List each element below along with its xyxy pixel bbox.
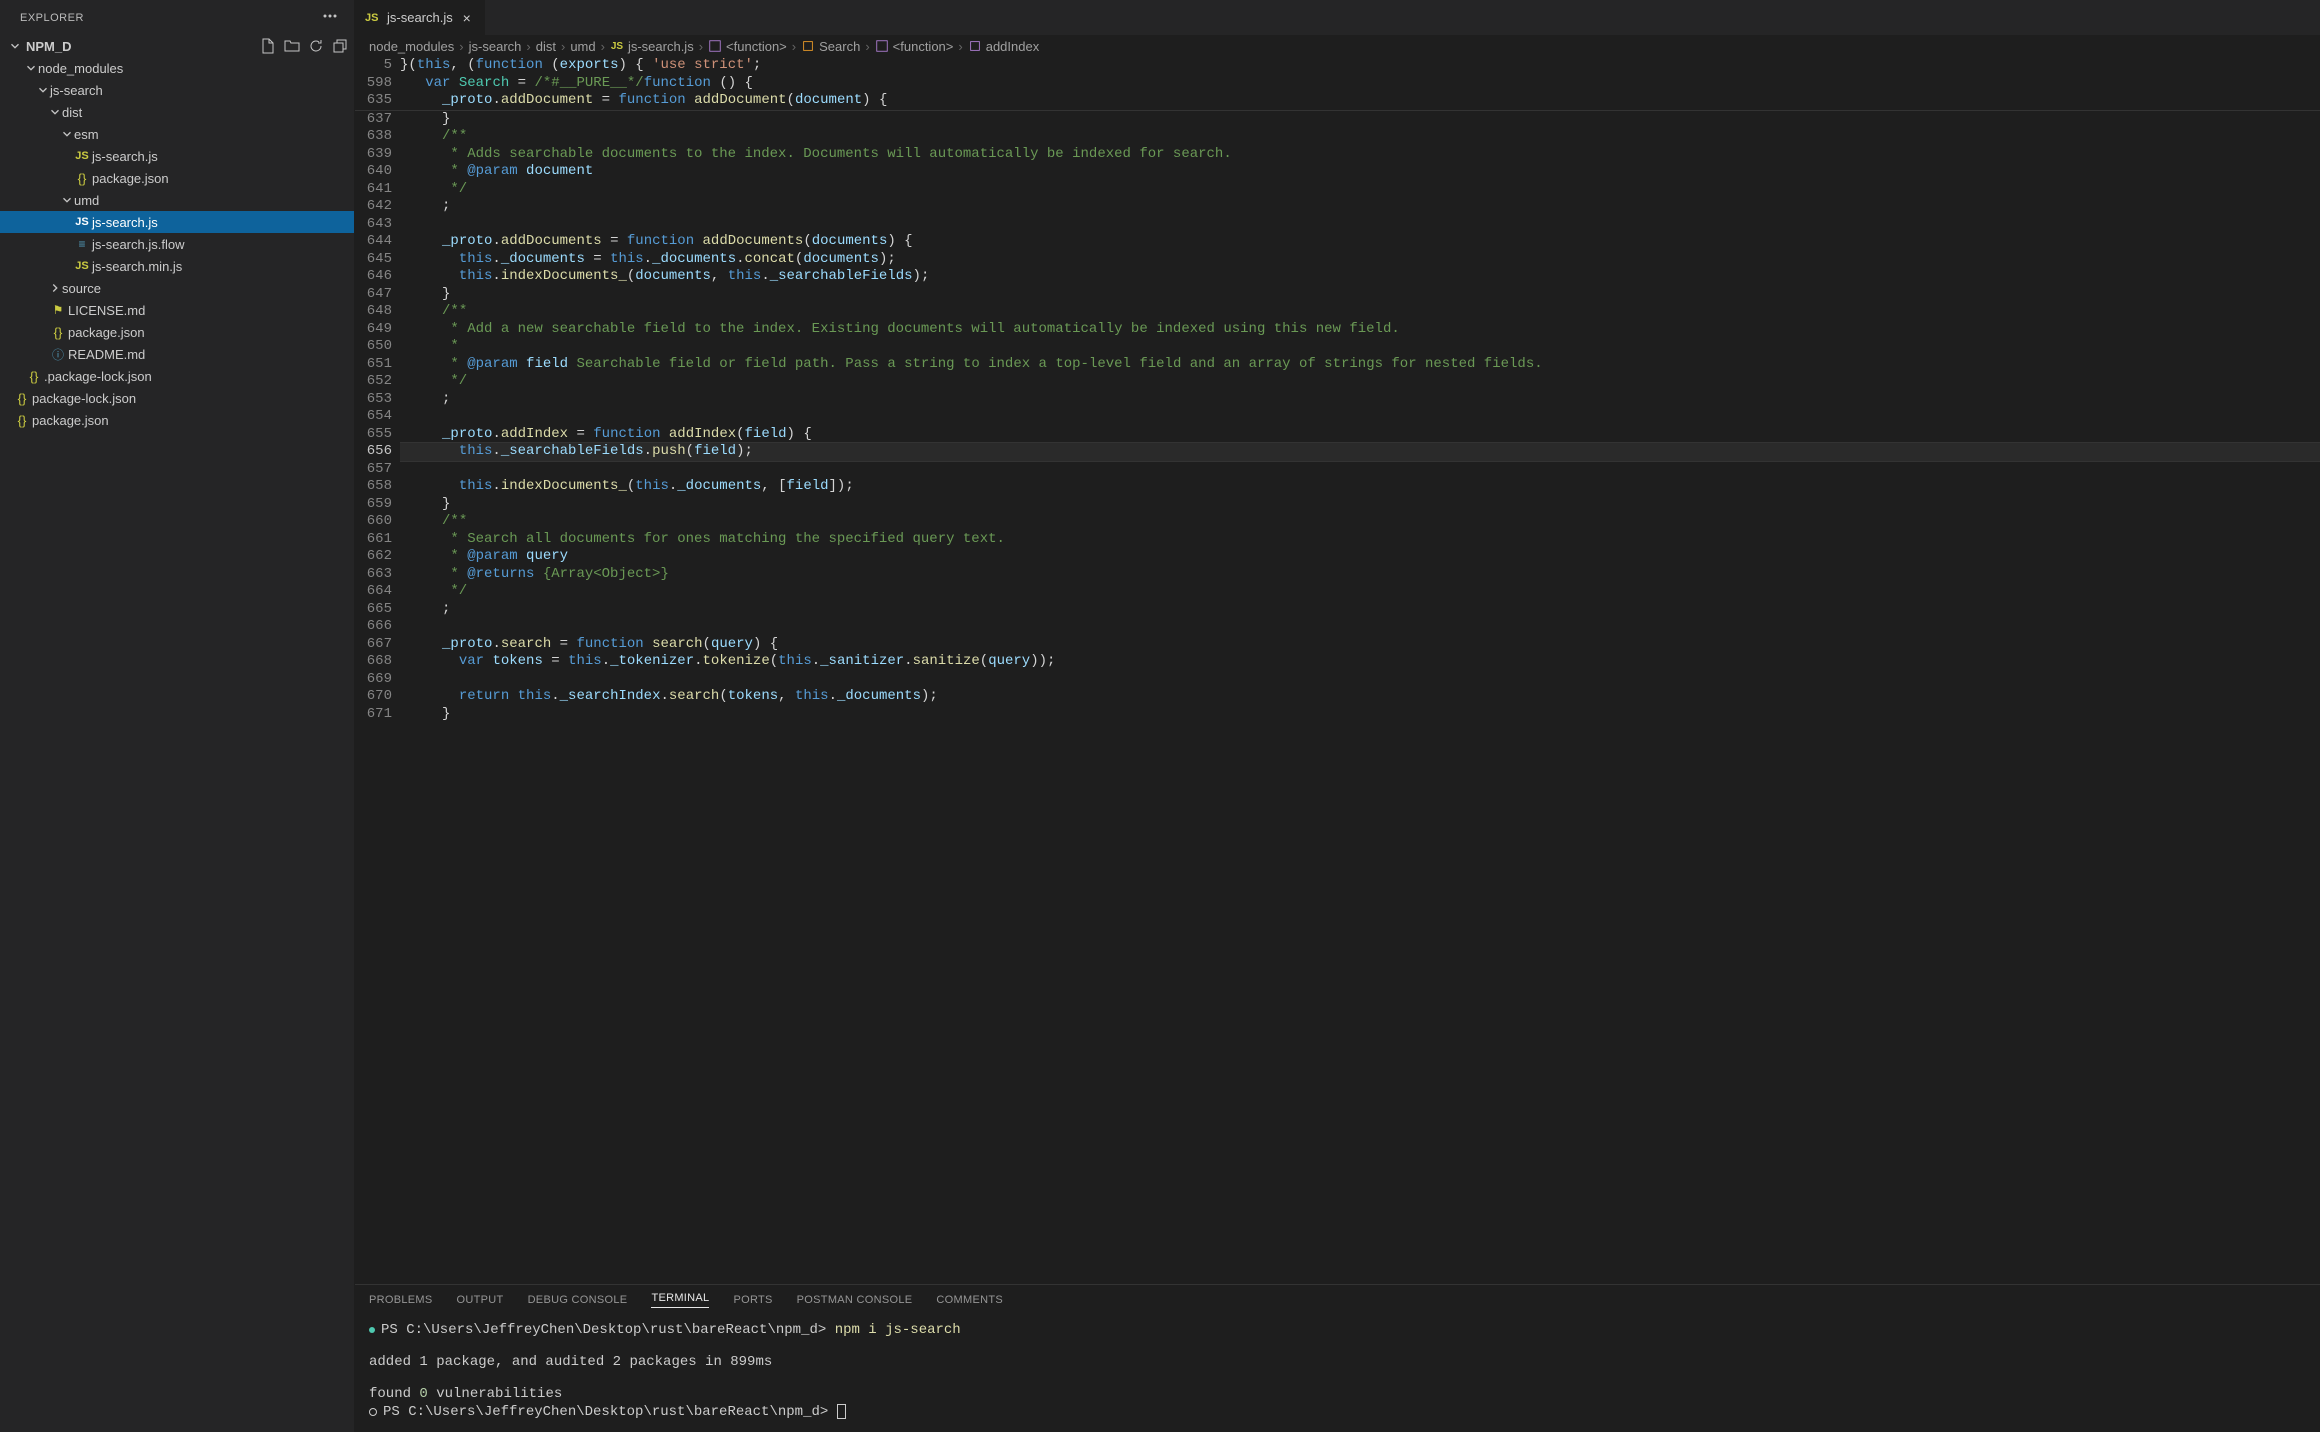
breadcrumb-segment[interactable]: node_modules [369,39,454,54]
breadcrumb[interactable]: node_modules›js-search›dist›umd›JSjs-sea… [355,35,2320,57]
panel-tab-postman-console[interactable]: POSTMAN CONSOLE [797,1294,913,1306]
workspace-root-label: NPM_D [26,39,72,54]
tree-file[interactable]: ⚑LICENSE.md [0,299,354,321]
tree-file[interactable]: ≡js-search.js.flow [0,233,354,255]
code-editor[interactable]: 5598635 }(this, (function (exports) { 'u… [355,57,2320,1284]
breadcrumb-segment[interactable]: umd [570,39,595,54]
terminal-line: added 1 package, and audited 2 packages … [369,1353,2306,1371]
panel-tab-terminal[interactable]: TERMINAL [651,1292,709,1308]
close-icon[interactable]: × [459,10,475,26]
tree-file[interactable]: JSjs-search.js [0,145,354,167]
breadcrumb-segment[interactable]: addIndex [968,39,1040,54]
panel-tab-comments[interactable]: COMMENTS [936,1294,1003,1306]
breadcrumb-segment[interactable]: <function> [708,39,787,54]
tree-file[interactable]: package.json [0,167,354,189]
panel-tab-problems[interactable]: PROBLEMS [369,1294,433,1306]
workspace-root-row[interactable]: NPM_D [0,35,354,57]
tree-file[interactable]: package-lock.json [0,387,354,409]
tree-file[interactable]: package.json [0,409,354,431]
breadcrumb-segment[interactable]: <function> [875,39,954,54]
prompt-circle-icon [369,1408,377,1416]
tab-label: js-search.js [387,10,453,25]
tree-folder[interactable]: source [0,277,354,299]
tree-file[interactable]: .package-lock.json [0,365,354,387]
breadcrumb-segment[interactable]: js-search [469,39,522,54]
panel-tab-output[interactable]: OUTPUT [457,1294,504,1306]
breadcrumb-segment[interactable]: JSjs-search.js [610,39,694,54]
editor-tabs: JS js-search.js × [355,0,2320,35]
breadcrumb-segment[interactable]: dist [536,39,556,54]
collapse-all-icon[interactable] [332,38,348,54]
js-file-icon: JS [365,12,381,24]
panel-tabs: PROBLEMS OUTPUT DEBUG CONSOLE TERMINAL PORTS… [355,1285,2320,1315]
new-folder-icon[interactable] [284,38,300,54]
chevron-down-icon [8,39,22,53]
status-dot-icon [369,1327,375,1333]
tree-file[interactable]: package.json [0,321,354,343]
terminal-output[interactable]: PS C:\Users\JeffreyChen\Desktop\rust\bar… [355,1315,2320,1432]
tree-folder[interactable]: js-search [0,79,354,101]
tree-file[interactable]: JSjs-search.min.js [0,255,354,277]
tree-file[interactable]: ⓘREADME.md [0,343,354,365]
terminal-cursor [837,1404,846,1419]
bottom-panel: PROBLEMS OUTPUT DEBUG CONSOLE TERMINAL PORTS… [355,1284,2320,1432]
editor-area: JS js-search.js × node_modules›js-search… [355,0,2320,1432]
tree-folder[interactable]: node_modules [0,57,354,79]
tree-folder[interactable]: umd [0,189,354,211]
tree-folder[interactable]: esm [0,123,354,145]
tree-folder[interactable]: dist [0,101,354,123]
explorer-sidebar: EXPLORER NPM_D node_modulesjs-searchdist… [0,0,355,1432]
tab-js-search[interactable]: JS js-search.js × [355,0,486,35]
breadcrumb-segment[interactable]: Search [801,39,860,54]
new-file-icon[interactable] [260,38,276,54]
refresh-icon[interactable] [308,38,324,54]
panel-tab-ports[interactable]: PORTS [733,1294,772,1306]
terminal-line: found 0 vulnerabilities [369,1385,2306,1403]
tree-file[interactable]: JSjs-search.js [0,211,354,233]
explorer-title: EXPLORER [20,12,84,24]
explorer-more-icon[interactable] [322,8,338,27]
panel-tab-debug-console[interactable]: DEBUG CONSOLE [528,1294,628,1306]
file-tree: node_modulesjs-searchdistesmJSjs-search.… [0,57,354,431]
